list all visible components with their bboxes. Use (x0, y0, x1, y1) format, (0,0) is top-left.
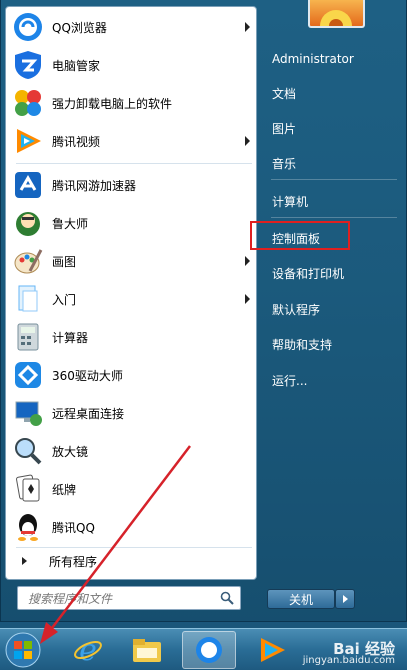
program-game-accelerator[interactable]: 腾讯网游加速器 (8, 167, 254, 203)
program-qq[interactable]: 腾讯QQ (8, 509, 254, 545)
program-label: 电脑管家 (52, 58, 101, 73)
search-box[interactable] (17, 586, 241, 610)
search-input[interactable] (26, 588, 220, 610)
calculator-icon (12, 321, 44, 353)
pc-manager-icon (12, 49, 44, 81)
right-pane: Administrator 文档 图片 音乐 计算机 控制面板 设备和打印机 默… (259, 0, 407, 622)
tencent-video-icon (12, 125, 44, 157)
taskbar: e Bai 经验 jingyan.baidu.com (0, 628, 407, 670)
getting-started-icon (12, 283, 44, 315)
right-item-label: 音乐 (272, 156, 297, 171)
program-label: QQ浏览器 (52, 20, 107, 35)
run-link[interactable]: 运行... (265, 365, 399, 395)
submenu-arrow-icon[interactable] (245, 22, 250, 32)
programs-pane: QQ浏览器 电脑管家 强力卸载电脑上的软件 腾讯视频 腾讯网游加速器 鲁大师 画… (5, 6, 257, 580)
control-panel-highlight-box (250, 221, 350, 250)
pictures-link[interactable]: 图片 (265, 113, 399, 143)
remote-desktop-icon (12, 397, 44, 429)
file-explorer-icon[interactable] (124, 631, 170, 669)
tencent-video-task-icon[interactable] (250, 631, 294, 669)
right-item-label: 运行... (272, 373, 308, 388)
watermark-url: jingyan.baidu.com (302, 655, 395, 666)
right-item-label: 图片 (272, 121, 297, 136)
right-item-label: 设备和打印机 (272, 266, 345, 281)
program-label: 强力卸载电脑上的软件 (52, 96, 173, 111)
right-item-label: Administrator (272, 52, 354, 66)
submenu-arrow-icon[interactable] (245, 294, 250, 304)
computer-link[interactable]: 计算机 (265, 186, 399, 216)
music-link[interactable]: 音乐 (265, 148, 399, 178)
paint-icon (12, 245, 44, 277)
program-label: 放大镜 (52, 444, 89, 459)
program-pc-manager[interactable]: 电脑管家 (8, 47, 254, 83)
svg-text:e: e (79, 635, 97, 665)
program-label: 腾讯网游加速器 (52, 178, 137, 193)
shutdown-button[interactable]: 关机 (267, 589, 335, 609)
internet-explorer-icon[interactable]: e (66, 631, 110, 669)
search-icon[interactable] (220, 591, 234, 605)
program-solitaire[interactable]: 纸牌 (8, 471, 254, 507)
divider (271, 217, 397, 218)
baidu-watermark: Bai 经验 jingyan.baidu.com (302, 640, 395, 667)
divider (16, 163, 252, 164)
shutdown-options-button[interactable] (335, 589, 355, 609)
documents-link[interactable]: 文档 (265, 78, 399, 108)
ludashi-icon (12, 207, 44, 239)
solitaire-icon (12, 473, 44, 505)
driver-master-icon (12, 359, 44, 391)
program-ludashi[interactable]: 鲁大师 (8, 205, 254, 241)
expand-arrow-icon (22, 557, 27, 565)
program-label: 鲁大师 (52, 216, 89, 231)
program-getting-started[interactable]: 入门 (8, 281, 254, 317)
right-item-label: 文档 (272, 86, 297, 101)
right-item-label: 默认程序 (272, 302, 321, 317)
submenu-arrow-icon[interactable] (245, 256, 250, 266)
program-label: 腾讯视频 (52, 134, 101, 149)
qq-browser-icon (12, 11, 44, 43)
program-calculator[interactable]: 计算器 (8, 319, 254, 355)
all-programs-button[interactable]: 所有程序 (8, 548, 254, 574)
right-item-label: 计算机 (272, 194, 309, 209)
user-folder-link[interactable]: Administrator (265, 44, 399, 74)
default-programs-link[interactable]: 默认程序 (265, 294, 399, 324)
divider (271, 179, 397, 180)
program-label: 计算器 (52, 330, 89, 345)
program-label: 入门 (52, 292, 77, 307)
game-accelerator-icon (12, 169, 44, 201)
submenu-arrow-icon[interactable] (245, 136, 250, 146)
program-label: 远程桌面连接 (52, 406, 125, 421)
program-tencent-video[interactable]: 腾讯视频 (8, 123, 254, 159)
program-label: 腾讯QQ (52, 520, 95, 535)
program-remote-desktop[interactable]: 远程桌面连接 (8, 395, 254, 431)
program-driver-master[interactable]: 360驱动大师 (8, 357, 254, 393)
start-button[interactable] (2, 631, 44, 669)
watermark-brand: Bai 经验 (333, 640, 395, 658)
program-paint[interactable]: 画图 (8, 243, 254, 279)
program-label: 纸牌 (52, 482, 77, 497)
all-programs-label: 所有程序 (49, 554, 98, 569)
program-magnifier[interactable]: 放大镜 (8, 433, 254, 469)
program-uninstaller[interactable]: 强力卸载电脑上的软件 (8, 85, 254, 121)
qq-browser-task-icon[interactable] (182, 631, 236, 669)
uninstaller-icon (12, 87, 44, 119)
help-support-link[interactable]: 帮助和支持 (265, 329, 399, 359)
devices-printers-link[interactable]: 设备和打印机 (265, 258, 399, 288)
qq-icon (12, 511, 44, 543)
right-item-label: 帮助和支持 (272, 337, 333, 352)
program-label: 画图 (52, 254, 77, 269)
start-menu: QQ浏览器 电脑管家 强力卸载电脑上的软件 腾讯视频 腾讯网游加速器 鲁大师 画… (0, 0, 407, 622)
magnifier-icon (12, 435, 44, 467)
program-qq-browser[interactable]: QQ浏览器 (8, 9, 254, 45)
shutdown-label: 关机 (288, 592, 313, 607)
user-picture[interactable] (308, 0, 365, 28)
program-label: 360驱动大师 (52, 368, 123, 383)
